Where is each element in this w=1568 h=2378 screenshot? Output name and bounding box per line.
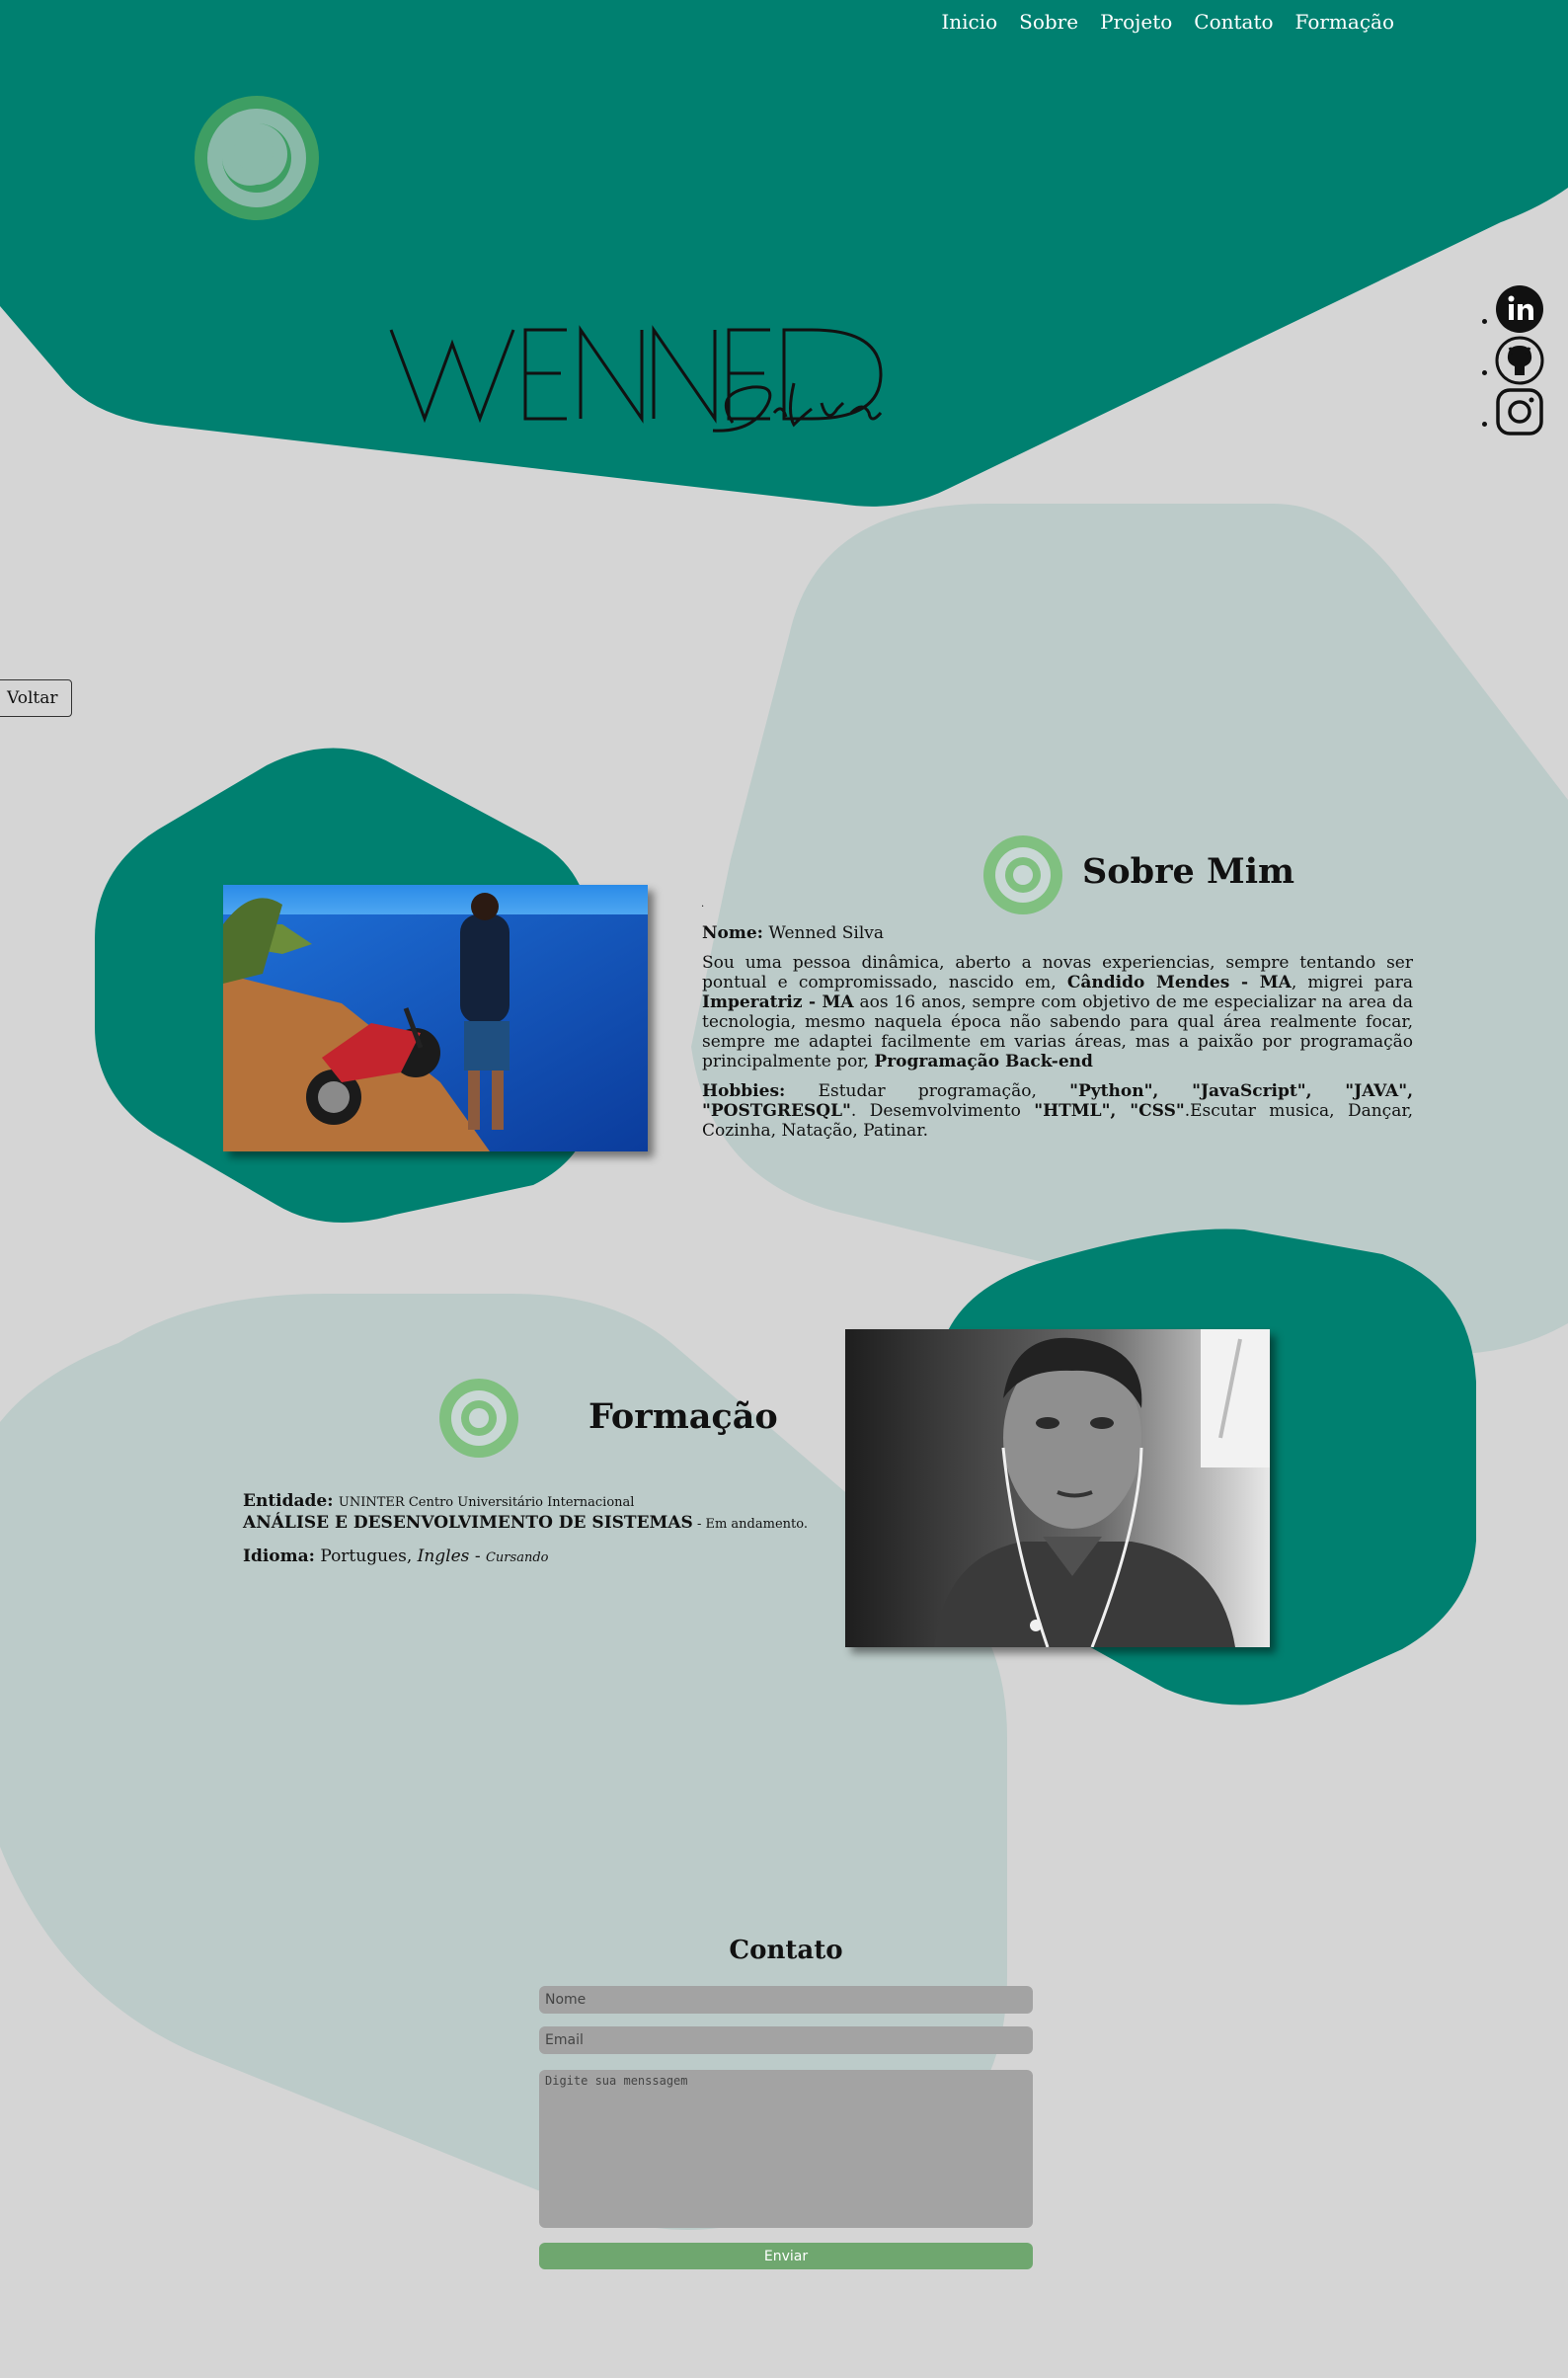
formacao-text: Entidade: UNINTER Centro Universitário I… [243,1491,835,1580]
email-input[interactable] [539,2026,1033,2054]
about-text: Nome: Wenned Silva Sou uma pessoa dinâmi… [702,923,1413,1150]
ring-icon [983,835,1062,914]
about-hobbies: Hobbies: Estudar programação, "Python", … [702,1081,1413,1141]
formacao-entity: Entidade: UNINTER Centro Universitário I… [243,1491,835,1535]
contact-title: Contato [729,1936,843,1965]
idioma-part-2: Ingles [417,1546,470,1566]
bio-focus: Programação Back-end [874,1052,1093,1071]
wenned-silva-logo [389,325,883,433]
about-dot: . [701,899,705,910]
github-icon[interactable] [1495,336,1544,385]
entity-label: Entidade: [243,1491,334,1511]
idioma-part-3: - [469,1546,486,1566]
hobbies-part-2: . Desemvolvimento [850,1101,1035,1121]
nav-projeto[interactable]: Projeto [1100,10,1172,34]
back-button[interactable]: Voltar [0,679,73,717]
nav-sobre[interactable]: Sobre [1019,10,1078,34]
about-title: Sobre Mim [1082,851,1295,892]
idioma-part-1: Portugues, [314,1546,418,1566]
send-button[interactable]: Enviar [539,2243,1033,2269]
social-links [1481,285,1548,450]
hobbies-web: "HTML", "CSS" [1034,1101,1185,1121]
course-status: - Em andamento. [692,1517,808,1532]
entity-value: UNINTER Centro Universitário Internacion… [338,1495,635,1510]
about-bio: Sou uma pessoa dinâmica, aberto a novas … [702,953,1413,1071]
nav-contato[interactable]: Contato [1194,10,1273,34]
name-label: Nome: [702,923,763,943]
photo-man-motorcycle-lake [223,885,648,1151]
formacao-idioma: Idioma: Portugues, Ingles - Cursando [243,1546,835,1568]
ring-icon [439,1379,518,1458]
idioma-label: Idioma: [243,1546,315,1566]
social-instagram[interactable] [1496,388,1548,450]
nav-inicio[interactable]: Inicio [941,10,997,34]
instagram-icon[interactable] [1495,387,1544,436]
formacao-title: Formação [588,1396,778,1437]
logo-mark-icon [195,96,319,220]
bio-city-1: Cândido Mendes - MA [1066,973,1292,992]
linkedin-icon[interactable] [1495,284,1544,334]
about-name-line: Nome: Wenned Silva [702,923,1413,943]
bio-city-2: Imperatriz - MA [702,992,854,1012]
name-input[interactable] [539,1986,1033,2014]
bio-part-2: , migrei para [1291,973,1413,992]
course-name: ANÁLISE E DESENVOLVIMENTO DE SISTEMAS [243,1513,693,1533]
nav-formacao[interactable]: Formação [1295,10,1394,34]
hobbies-part-1: Estudar programação, [785,1081,1070,1101]
photo-portrait [845,1329,1270,1647]
top-nav: Inicio Sobre Projeto Contato Formação [941,10,1394,34]
hobbies-label: Hobbies: [702,1081,786,1101]
idioma-status: Cursando [485,1550,549,1565]
name-value: Wenned Silva [768,923,885,943]
message-textarea[interactable] [539,2070,1033,2228]
